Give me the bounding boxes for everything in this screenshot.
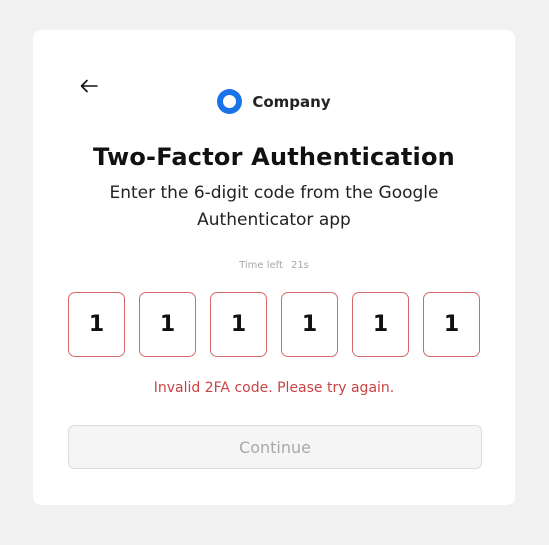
otp-digit-3[interactable]: 1: [210, 292, 267, 357]
brand: Company: [33, 89, 515, 114]
time-left: Time left 21s: [33, 260, 515, 271]
page-subtitle: Enter the 6-digit code from the Google A…: [109, 183, 439, 230]
auth-card: Company Two-Factor Authentication Enter …: [33, 30, 515, 505]
otp-input-group: 1 1 1 1 1 1: [68, 292, 480, 357]
company-logo-icon: [217, 89, 243, 114]
otp-digit-1[interactable]: 1: [68, 292, 125, 357]
otp-digit-2[interactable]: 1: [139, 292, 196, 357]
otp-digit-5[interactable]: 1: [352, 292, 409, 357]
brand-name: Company: [252, 92, 331, 111]
time-left-label: Time left: [239, 260, 283, 271]
continue-button[interactable]: Continue: [68, 425, 482, 469]
error-message: Invalid 2FA code. Please try again.: [153, 380, 395, 396]
otp-digit-4[interactable]: 1: [281, 292, 338, 357]
page-title: Two-Factor Authentication: [93, 143, 455, 171]
otp-digit-6[interactable]: 1: [423, 292, 480, 357]
time-left-value: 21s: [290, 260, 309, 271]
